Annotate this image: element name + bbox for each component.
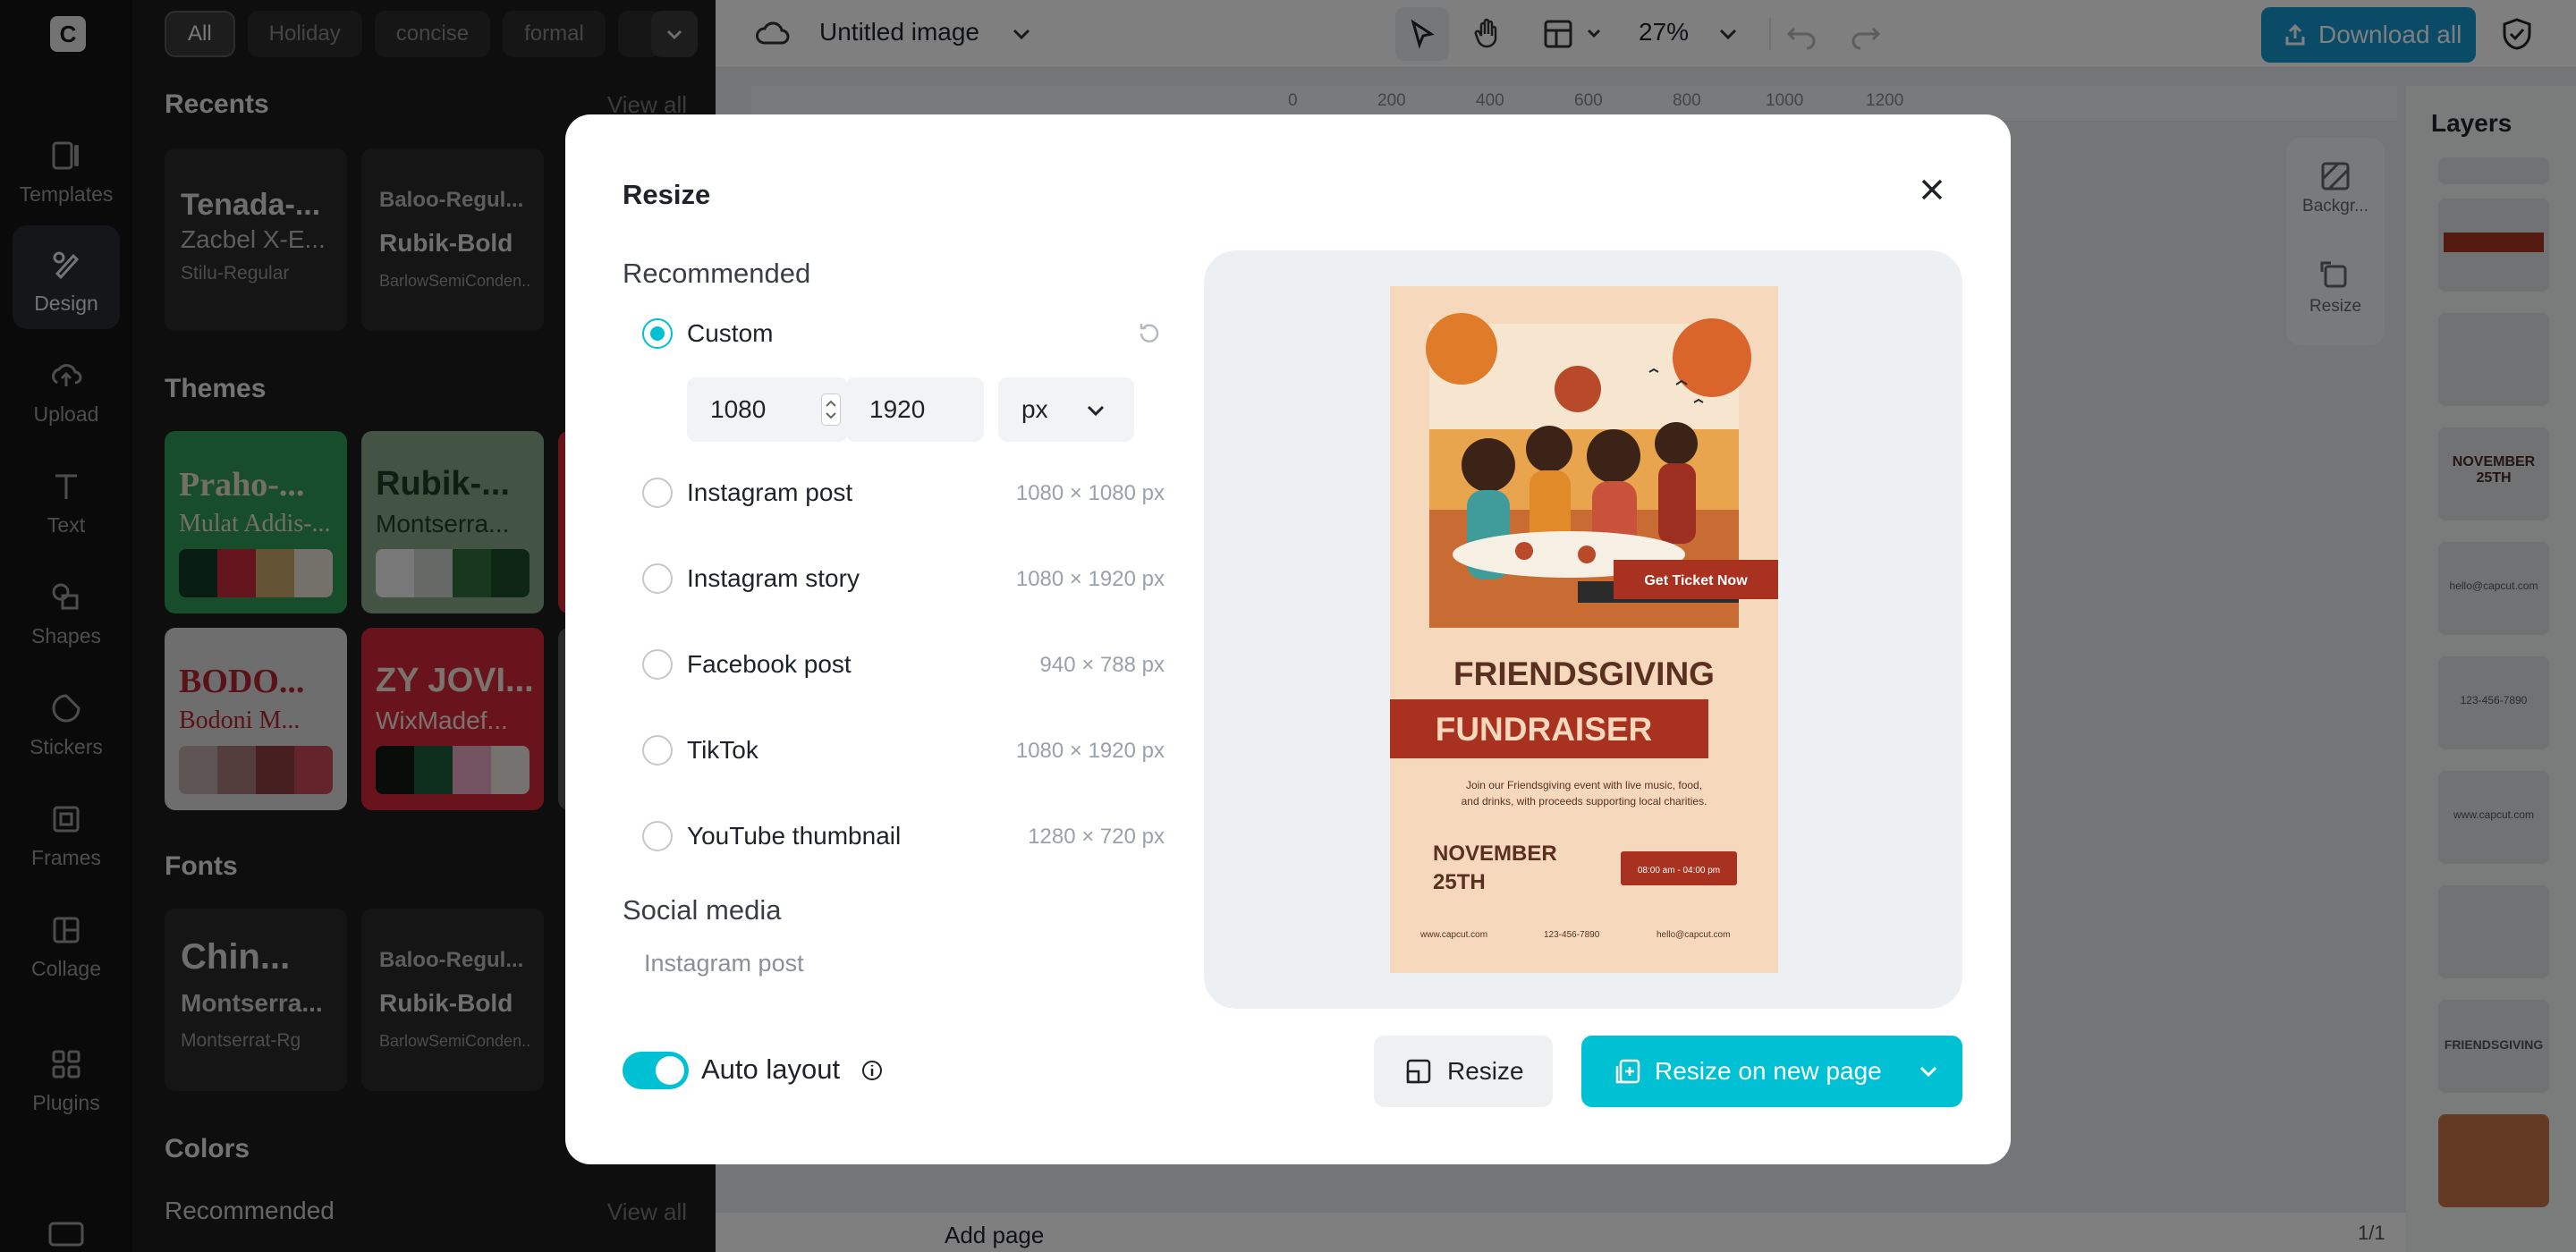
option-label: Facebook post [687, 650, 852, 678]
width-stepper[interactable] [821, 393, 841, 426]
poster-body-2: and drinks, with proceeds supporting loc… [1462, 795, 1707, 808]
option-size: 1080 × 1080 px [1015, 481, 1165, 505]
poster-body-1: Join our Friendsgiving event with live m… [1466, 779, 1702, 791]
poster-time: 08:00 am - 04:00 pm [1638, 866, 1720, 876]
option-size: 1080 × 1920 px [1015, 739, 1165, 763]
add-page-icon [1615, 1059, 1640, 1084]
stepper-arrows-icon [826, 400, 836, 419]
recommended-heading: Recommended [623, 258, 811, 289]
option-youtube-thumbnail[interactable]: YouTube thumbnail 1280 × 720 px [642, 810, 1165, 864]
radio-custom[interactable] [642, 318, 673, 349]
poster-web: www.capcut.com [1419, 930, 1487, 940]
radio-button[interactable] [642, 649, 673, 680]
auto-layout-toggle[interactable] [623, 1052, 689, 1089]
close-icon[interactable] [1912, 170, 1952, 209]
option-tiktok[interactable]: TikTok 1080 × 1920 px [642, 724, 1165, 778]
resize-dialog: Resize Recommended Custom 1080 1920 px I… [565, 114, 2011, 1164]
poster-phone: 123-456-7890 [1544, 930, 1600, 940]
option-label: YouTube thumbnail [687, 822, 902, 850]
radio-button[interactable] [642, 478, 673, 508]
radio-button[interactable] [642, 563, 673, 594]
unit-value: px [1021, 395, 1048, 423]
radio-button[interactable] [642, 821, 673, 851]
reset-icon[interactable] [1134, 318, 1165, 349]
auto-layout-label: Auto layout [701, 1053, 841, 1085]
social-media-heading: Social media [623, 894, 782, 926]
poster-date-1: NOVEMBER [1433, 842, 1557, 866]
option-facebook-post[interactable]: Facebook post 940 × 788 px [642, 639, 1165, 692]
option-label: Custom [687, 319, 774, 347]
chevron-down-icon [1087, 405, 1105, 417]
poster-email: hello@capcut.com [1657, 930, 1730, 940]
option-size: 1280 × 720 px [1028, 825, 1165, 849]
poster-preview: Get Ticket Now FRIENDSGIVING FUNDRAISER … [1390, 286, 1778, 973]
poster-title-2: FUNDRAISER [1436, 711, 1653, 748]
option-instagram-post[interactable]: Instagram post 1080 × 1080 px [642, 467, 1165, 520]
resize-icon [1406, 1059, 1431, 1084]
resize-button-label: Resize [1447, 1057, 1524, 1085]
info-icon[interactable] [860, 1059, 884, 1082]
social-option[interactable]: Instagram post [644, 950, 804, 977]
radio-button[interactable] [642, 735, 673, 766]
poster-cta: Get Ticket Now [1644, 573, 1748, 588]
option-instagram-story[interactable]: Instagram story 1080 × 1920 px [642, 553, 1165, 606]
height-input[interactable]: 1920 [846, 377, 984, 442]
option-size: 1080 × 1920 px [1015, 567, 1165, 591]
option-label: TikTok [687, 736, 758, 764]
option-label: Instagram post [687, 478, 853, 506]
resize-button[interactable]: Resize [1374, 1036, 1553, 1107]
option-label: Instagram story [687, 564, 860, 592]
poster-title-1: FRIENDSGIVING [1453, 656, 1715, 692]
dialog-title: Resize [623, 179, 711, 210]
chevron-down-icon[interactable] [1914, 1057, 1943, 1086]
option-custom[interactable]: Custom [642, 308, 1165, 361]
resize-new-page-button[interactable]: Resize on new page [1581, 1036, 1962, 1107]
poster-date-2: 25TH [1433, 870, 1486, 894]
unit-select[interactable]: px [998, 377, 1134, 442]
option-size: 940 × 788 px [1039, 653, 1165, 677]
resize-preview: Get Ticket Now FRIENDSGIVING FUNDRAISER … [1204, 250, 1962, 1009]
resize-new-page-label: Resize on new page [1655, 1057, 1882, 1085]
